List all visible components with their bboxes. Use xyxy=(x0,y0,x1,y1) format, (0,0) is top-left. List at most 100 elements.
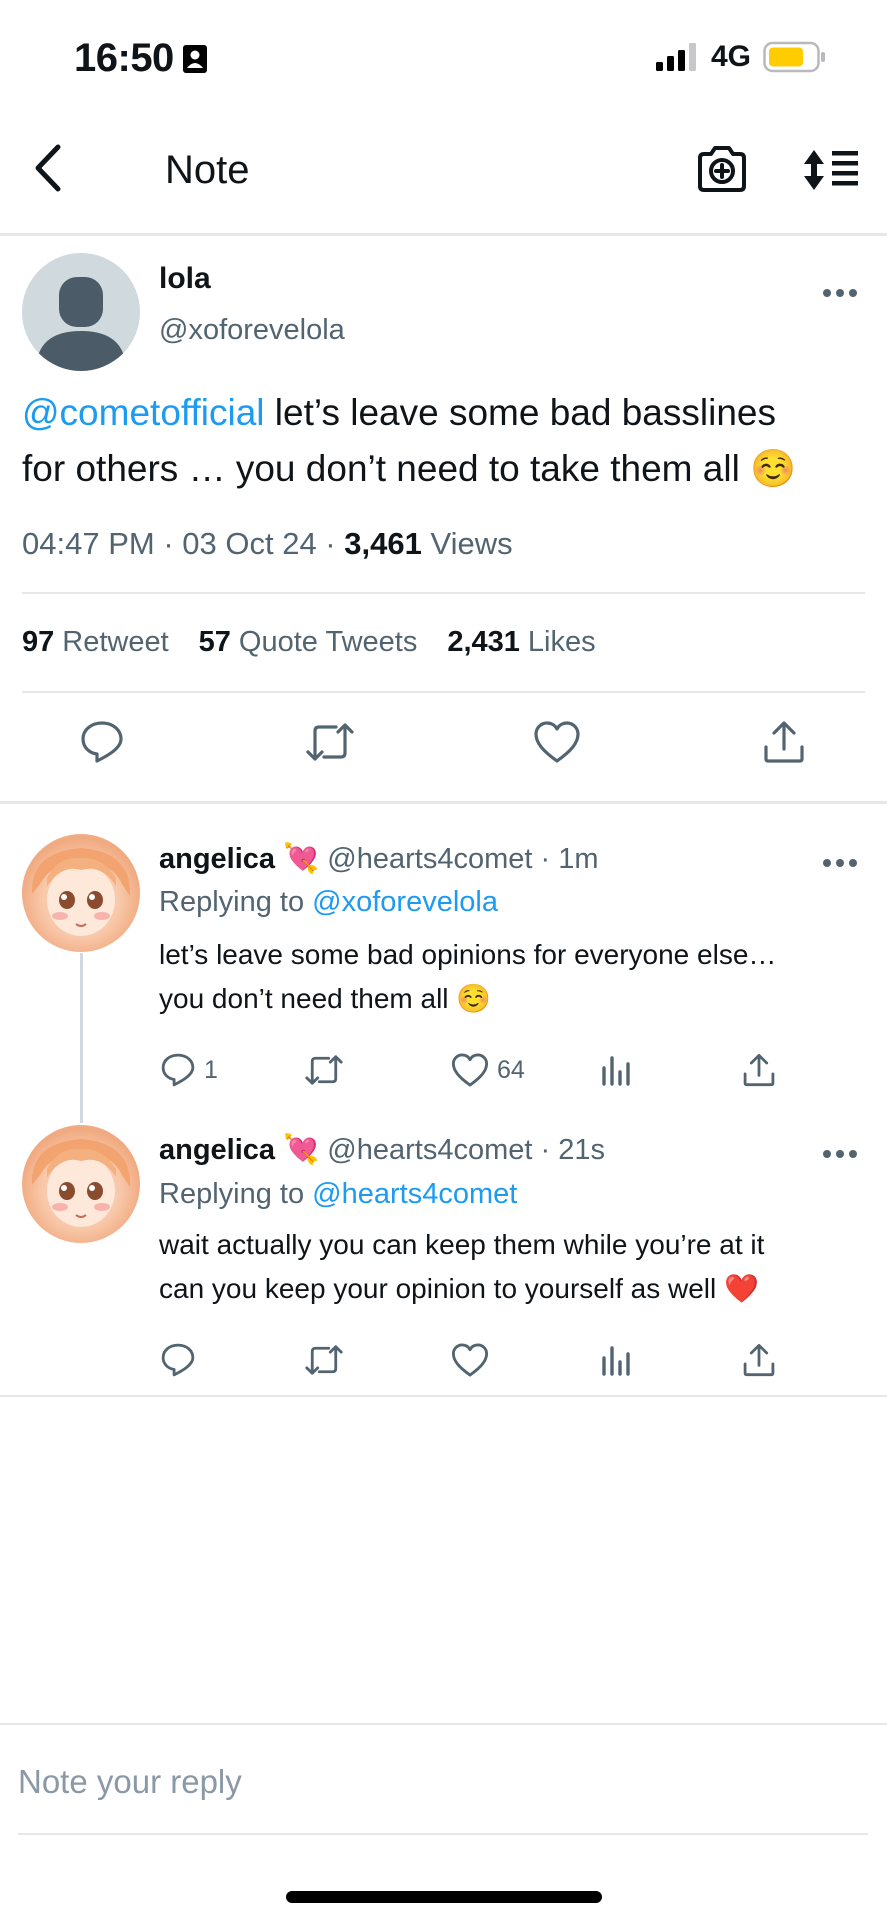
quotes-count: 57 xyxy=(198,626,231,658)
more-options-button[interactable] xyxy=(822,855,858,873)
reply-button[interactable]: 1 xyxy=(160,1045,218,1095)
section-divider xyxy=(0,801,887,804)
likes-stat[interactable]: 2,431 Likes xyxy=(447,626,595,659)
share-button[interactable] xyxy=(754,712,814,772)
reply-author-handle[interactable]: @hearts4comet xyxy=(327,843,532,875)
camera-button[interactable] xyxy=(696,144,748,199)
views-button[interactable] xyxy=(600,1335,632,1385)
reply-box-bottom-divider xyxy=(18,1833,868,1835)
network-label: 4G xyxy=(710,40,751,73)
more-options-button[interactable] xyxy=(822,272,858,306)
likes-label: Likes xyxy=(527,626,596,658)
replying-prefix: Replying to xyxy=(159,886,313,918)
more-icon xyxy=(823,859,857,867)
views-button[interactable] xyxy=(600,1045,632,1095)
anime-avatar-image xyxy=(31,1139,131,1227)
reply-actions: 1 64 xyxy=(0,1045,887,1095)
tweet-meta: 04:47 PM · 03 Oct 24 · 3,461 Views xyxy=(22,526,513,561)
quotes-stat[interactable]: 57 Quote Tweets xyxy=(199,626,418,659)
header-divider xyxy=(0,233,887,236)
replying-to: Replying to @hearts4comet xyxy=(159,1178,517,1211)
reply-button[interactable] xyxy=(72,712,132,772)
anime-avatar-image xyxy=(31,848,131,936)
retweets-count: 97 xyxy=(22,626,55,658)
like-button[interactable] xyxy=(451,1335,497,1385)
retweet-icon xyxy=(306,723,354,761)
retweet-icon xyxy=(305,1055,343,1085)
heart-icon xyxy=(451,1053,489,1087)
retweets-stat[interactable]: 97 Retweet xyxy=(22,626,169,659)
thread-end-divider xyxy=(0,1395,887,1397)
retweet-button[interactable] xyxy=(300,712,360,772)
reply-author-name[interactable]: angelica xyxy=(159,1134,275,1166)
default-avatar-icon xyxy=(36,277,126,371)
reply-text-line: let’s leave some bad opinions for everyo… xyxy=(159,939,777,970)
home-indicator[interactable] xyxy=(286,1891,602,1903)
author-handle[interactable]: @xoforevelola xyxy=(159,314,345,347)
avatar[interactable] xyxy=(22,253,140,371)
heart-icon xyxy=(451,1343,489,1377)
stats-divider xyxy=(22,691,865,693)
views-count: 3,461 xyxy=(344,526,422,561)
meta-divider xyxy=(22,592,865,594)
author-name[interactable]: lola xyxy=(159,262,211,296)
like-button[interactable] xyxy=(527,712,587,772)
signal-icon xyxy=(655,43,696,71)
quotes-label: Quote Tweets xyxy=(238,626,418,658)
replying-prefix: Replying to xyxy=(159,1178,313,1210)
tweet-actions xyxy=(0,712,887,780)
like-count: 64 xyxy=(497,1055,525,1084)
reply-text-line: wait actually you can keep them while yo… xyxy=(159,1229,765,1260)
reply-input[interactable] xyxy=(18,1752,868,1812)
replying-to-link[interactable]: @hearts4comet xyxy=(312,1178,517,1210)
back-button[interactable] xyxy=(28,142,78,198)
avatar[interactable] xyxy=(22,1125,140,1243)
views-label: Views xyxy=(430,526,513,561)
thread-connector xyxy=(80,953,83,1123)
mention-link[interactable]: @cometofficial xyxy=(22,392,265,433)
avatar[interactable] xyxy=(22,834,140,952)
reply-author-name[interactable]: angelica xyxy=(159,843,275,875)
share-icon xyxy=(743,1053,775,1087)
reply-header: angelica 💘 @hearts4comet · 1m xyxy=(159,843,599,875)
reply-time: 21s xyxy=(558,1134,605,1166)
heart-icon xyxy=(534,721,580,763)
heart-arrow-emoji: 💘 xyxy=(283,1134,320,1166)
reply-author-handle[interactable]: @hearts4comet xyxy=(327,1134,532,1166)
reply-text: wait actually you can keep them while yo… xyxy=(159,1223,887,1311)
more-icon xyxy=(823,289,857,297)
reply-time: 1m xyxy=(558,843,599,875)
like-button[interactable]: 64 xyxy=(451,1045,525,1095)
tweet-text-line: for others … you don’t need to take them… xyxy=(22,448,797,489)
reply-button[interactable] xyxy=(160,1335,204,1385)
share-button[interactable] xyxy=(742,1045,776,1095)
page-title: Note xyxy=(165,148,250,192)
likes-count: 2,431 xyxy=(447,626,520,658)
status-time: 16:50 xyxy=(74,36,208,81)
reply-text-line: can you keep your opinion to yourself as… xyxy=(159,1273,759,1304)
analytics-icon xyxy=(602,1346,630,1376)
battery-icon xyxy=(763,41,825,73)
replying-to-link[interactable]: @xoforevelola xyxy=(312,886,498,918)
share-button[interactable] xyxy=(742,1335,776,1385)
share-icon xyxy=(743,1343,775,1377)
engagement-stats: 97 Retweet 57 Quote Tweets 2,431 Likes xyxy=(22,626,596,659)
sort-icon xyxy=(804,150,858,190)
sort-button[interactable] xyxy=(802,148,860,197)
heart-arrow-emoji: 💘 xyxy=(283,843,320,875)
retweets-label: Retweet xyxy=(62,626,169,658)
reply-box-top-divider xyxy=(0,1723,887,1725)
share-icon xyxy=(764,721,804,763)
retweet-button[interactable] xyxy=(303,1335,345,1385)
tweet-text-line: let’s leave some bad basslines xyxy=(264,392,776,433)
more-options-button[interactable] xyxy=(822,1146,858,1164)
status-indicators: 4G xyxy=(655,40,827,74)
retweet-button[interactable] xyxy=(303,1045,345,1095)
reply-actions xyxy=(0,1335,887,1385)
tweet-text: @cometofficial let’s leave some bad bass… xyxy=(22,385,872,497)
clock-text: 16:50 xyxy=(74,36,174,80)
reply-icon xyxy=(161,1053,195,1087)
chevron-left-icon xyxy=(35,144,61,192)
reply-text-line: you don’t need them all ☺️ xyxy=(159,983,492,1014)
reply-text: let’s leave some bad opinions for everyo… xyxy=(159,933,887,1021)
